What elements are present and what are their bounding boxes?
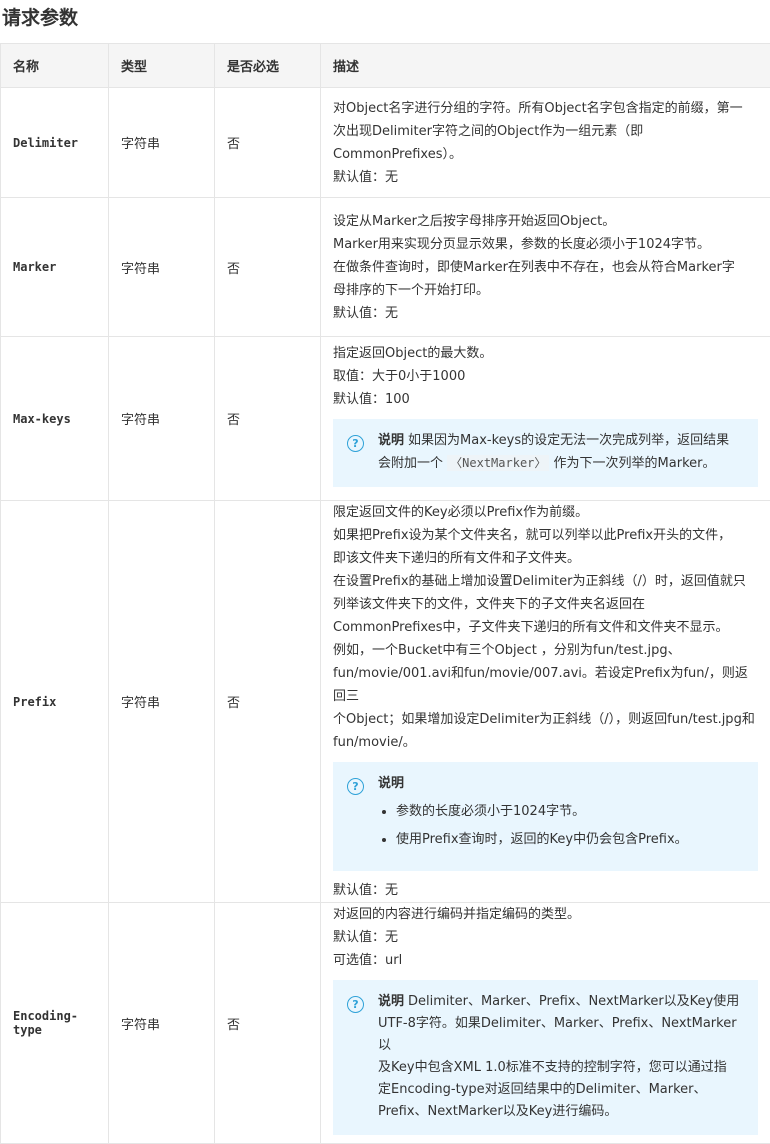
desc-line: 可选值：url (333, 949, 758, 972)
table-row: Max-keys 字符串 否 指定返回Object的最大数。 取值：大于0小于1… (1, 337, 770, 501)
param-required: 否 (215, 88, 321, 198)
note-box: ? 说明 Delimiter、Marker、Prefix、NextMarker以及… (333, 980, 758, 1135)
param-required: 否 (215, 501, 321, 903)
param-name-line: type (13, 1023, 96, 1037)
request-params-table: 名称 类型 是否必选 描述 Delimiter 字符串 否 对Object名字进… (0, 43, 770, 1144)
param-description: 设定从Marker之后按字母排序开始返回Object。 Marker用来实现分页… (321, 198, 770, 337)
table-row: Marker 字符串 否 设定从Marker之后按字母排序开始返回Object。… (1, 198, 770, 337)
param-type: 字符串 (109, 501, 215, 903)
param-name: Delimiter (1, 88, 109, 198)
desc-line: 母排序的下一个开始打印。 (333, 279, 758, 302)
next-marker-code: 〈NextMarker〉 (447, 455, 549, 471)
table-header-row: 名称 类型 是否必选 描述 (1, 44, 770, 88)
param-name: Prefix (1, 501, 109, 903)
param-description: 对返回的内容进行编码并指定编码的类型。 默认值：无 可选值：url ? 说明 De… (321, 903, 770, 1144)
desc-line: Marker用来实现分页显示效果，参数的长度必须小于1024字节。 (333, 233, 758, 256)
list-item: 参数的长度必须小于1024字节。 (396, 801, 744, 823)
param-required: 否 (215, 198, 321, 337)
question-icon: ? (347, 778, 364, 795)
note-box: ? 说明 参数的长度必须小于1024字节。 使用Prefix查询时，返回的Key… (333, 762, 758, 871)
note-text: Delimiter、Marker、Prefix、NextMarker以及Key使… (408, 994, 739, 1009)
note-text: UTF-8字符。如果Delimiter、Marker、Prefix、NextMa… (378, 1016, 737, 1053)
desc-line: 个Object；如果增加设定Delimiter为正斜线（/），则返回fun/te… (333, 708, 758, 731)
param-type: 字符串 (109, 198, 215, 337)
note-text: 如果因为Max-keys的设定无法一次完成列举，返回结果 (408, 433, 729, 448)
param-description: 对Object名字进行分组的字符。所有Object名字包含指定的前缀，第一 次出… (321, 88, 770, 198)
desc-line: 如果把Prefix设为某个文件夹名，就可以列举以此Prefix开头的文件， (333, 524, 758, 547)
param-type: 字符串 (109, 88, 215, 198)
desc-line: 默认值：无 (333, 302, 758, 325)
desc-line: CommonPrefixes）。 (333, 143, 758, 166)
param-name-line: Encoding- (13, 1009, 96, 1023)
desc-line: 默认值：无 (333, 166, 758, 189)
header-type: 类型 (109, 44, 215, 88)
question-icon: ? (347, 435, 364, 452)
list-item: 使用Prefix查询时，返回的Key中仍会包含Prefix。 (396, 829, 744, 851)
page-title: 请求参数 (2, 5, 78, 31)
param-description: 限定返回文件的Key必须以Prefix作为前缀。 如果把Prefix设为某个文件… (321, 501, 770, 903)
note-label: 说明 (378, 994, 404, 1009)
desc-line: 列举该文件夹下的文件，文件夹下的子文件夹名返回在 (333, 593, 758, 616)
desc-line: 指定返回Object的最大数。 (333, 342, 758, 365)
note-list: 参数的长度必须小于1024字节。 使用Prefix查询时，返回的Key中仍会包含… (378, 801, 744, 851)
note-box: ? 说明如果因为Max-keys的设定无法一次完成列举，返回结果 会附加一个 〈… (333, 419, 758, 487)
table-row: Prefix 字符串 否 限定返回文件的Key必须以Prefix作为前缀。 如果… (1, 501, 770, 903)
desc-line: 默认值：无 (333, 879, 758, 902)
note-text: Prefix、NextMarker以及Key进行编码。 (378, 1104, 617, 1119)
desc-line: 即该文件夹下递归的所有文件和子文件夹。 (333, 547, 758, 570)
param-name: Encoding- type (1, 903, 109, 1144)
param-description: 指定返回Object的最大数。 取值：大于0小于1000 默认值：100 ? 说… (321, 337, 770, 501)
param-name: Max-keys (1, 337, 109, 501)
desc-line: 次出现Delimiter字符之间的Object作为一组元素（即 (333, 120, 758, 143)
note-label: 说明 (378, 776, 404, 791)
param-name: Marker (1, 198, 109, 337)
note-text: 会附加一个 (378, 456, 443, 471)
desc-line: 限定返回文件的Key必须以Prefix作为前缀。 (333, 501, 758, 524)
desc-line: 对Object名字进行分组的字符。所有Object名字包含指定的前缀，第一 (333, 97, 758, 120)
table-row: Encoding- type 字符串 否 对返回的内容进行编码并指定编码的类型。… (1, 903, 770, 1144)
header-name: 名称 (1, 44, 109, 88)
note-text: 及Key中包含XML 1.0标准不支持的控制字符，您可以通过指 (378, 1060, 727, 1075)
desc-line: 例如，一个Bucket中有三个Object ，分别为fun/test.jpg、 (333, 639, 758, 662)
table-row: Delimiter 字符串 否 对Object名字进行分组的字符。所有Objec… (1, 88, 770, 198)
desc-line: 默认值：100 (333, 388, 758, 411)
desc-line: 默认值：无 (333, 926, 758, 949)
desc-line: fun/movie/。 (333, 731, 758, 754)
desc-line: 取值：大于0小于1000 (333, 365, 758, 388)
desc-line: 在做条件查询时，即使Marker在列表中不存在，也会从符合Marker字 (333, 256, 758, 279)
header-required: 是否必选 (215, 44, 321, 88)
header-description: 描述 (321, 44, 770, 88)
param-type: 字符串 (109, 337, 215, 501)
param-type: 字符串 (109, 903, 215, 1144)
question-icon: ? (347, 996, 364, 1013)
note-text: 作为下一次列举的Marker。 (554, 456, 716, 471)
desc-line: 设定从Marker之后按字母排序开始返回Object。 (333, 210, 758, 233)
note-text: 定Encoding-type对返回结果中的Delimiter、Marker、 (378, 1082, 707, 1097)
desc-line: CommonPrefixes中，子文件夹下递归的所有文件和文件夹不显示。 (333, 616, 758, 639)
note-label: 说明 (378, 433, 404, 448)
desc-line: 在设置Prefix的基础上增加设置Delimiter为正斜线（/）时，返回值就只 (333, 570, 758, 593)
desc-line: 对返回的内容进行编码并指定编码的类型。 (333, 903, 758, 926)
desc-line: fun/movie/001.avi和fun/movie/007.avi。若设定P… (333, 662, 758, 708)
param-required: 否 (215, 337, 321, 501)
param-required: 否 (215, 903, 321, 1144)
